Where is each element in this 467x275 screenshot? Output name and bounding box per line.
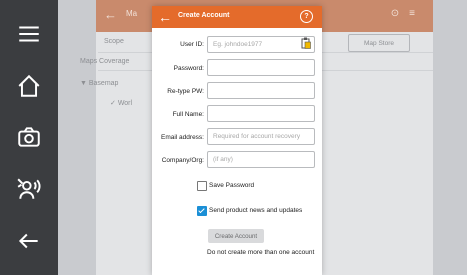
help-icon[interactable]: ? <box>300 10 313 23</box>
full-name-input[interactable] <box>207 105 315 122</box>
arrow-left-icon <box>18 233 38 249</box>
background-row: Maps Coverage <box>80 58 130 65</box>
background-row: ✓ Worl <box>110 100 133 107</box>
nav-rail <box>0 0 58 275</box>
background-back-icon: ← <box>104 7 117 22</box>
voice-icon <box>17 178 41 200</box>
create-account-dialog: ← Create Account ? User ID: Password: Re… <box>152 6 322 275</box>
create-account-button[interactable]: Create Account <box>208 229 264 243</box>
background-row: Scope <box>104 38 124 45</box>
email-label: Email address: <box>161 134 204 141</box>
camera-button[interactable] <box>12 120 46 154</box>
company-input[interactable] <box>207 151 315 168</box>
retype-password-label: Re-type PW: <box>167 88 204 95</box>
camera-icon <box>18 127 40 148</box>
email-input[interactable] <box>207 128 315 145</box>
save-password-checkbox[interactable] <box>197 181 207 191</box>
background-chip: Map Store <box>348 34 410 52</box>
dialog-title: Create Account <box>178 12 230 19</box>
voice-button[interactable] <box>12 172 46 206</box>
account-note: Do not create more than one account <box>207 249 315 256</box>
home-icon <box>18 74 40 97</box>
password-label: Password: <box>173 65 204 72</box>
dialog-back-button[interactable]: ← <box>158 8 172 26</box>
background-header-icons: ⊙≡ <box>390 8 425 19</box>
user-id-input[interactable] <box>207 36 315 53</box>
newsletter-label: Send product news and updates <box>209 207 303 214</box>
save-password-label: Save Password <box>209 182 255 189</box>
clipboard-icon[interactable] <box>301 37 311 49</box>
password-input[interactable] <box>207 59 315 76</box>
dialog-header: ← Create Account ? <box>152 6 322 28</box>
background-row: ▼ Basemap <box>80 80 119 87</box>
full-name-label: Full Name: <box>172 111 204 118</box>
menu-icon <box>19 26 39 42</box>
newsletter-checkbox[interactable] <box>197 206 207 216</box>
home-button[interactable] <box>12 69 46 103</box>
back-button[interactable] <box>12 224 46 258</box>
company-label: Company/Org: <box>161 157 204 164</box>
background-title: Ma <box>126 9 138 18</box>
menu-button[interactable] <box>12 17 46 51</box>
retype-password-input[interactable] <box>207 82 315 99</box>
user-id-label: User ID: <box>180 41 204 48</box>
